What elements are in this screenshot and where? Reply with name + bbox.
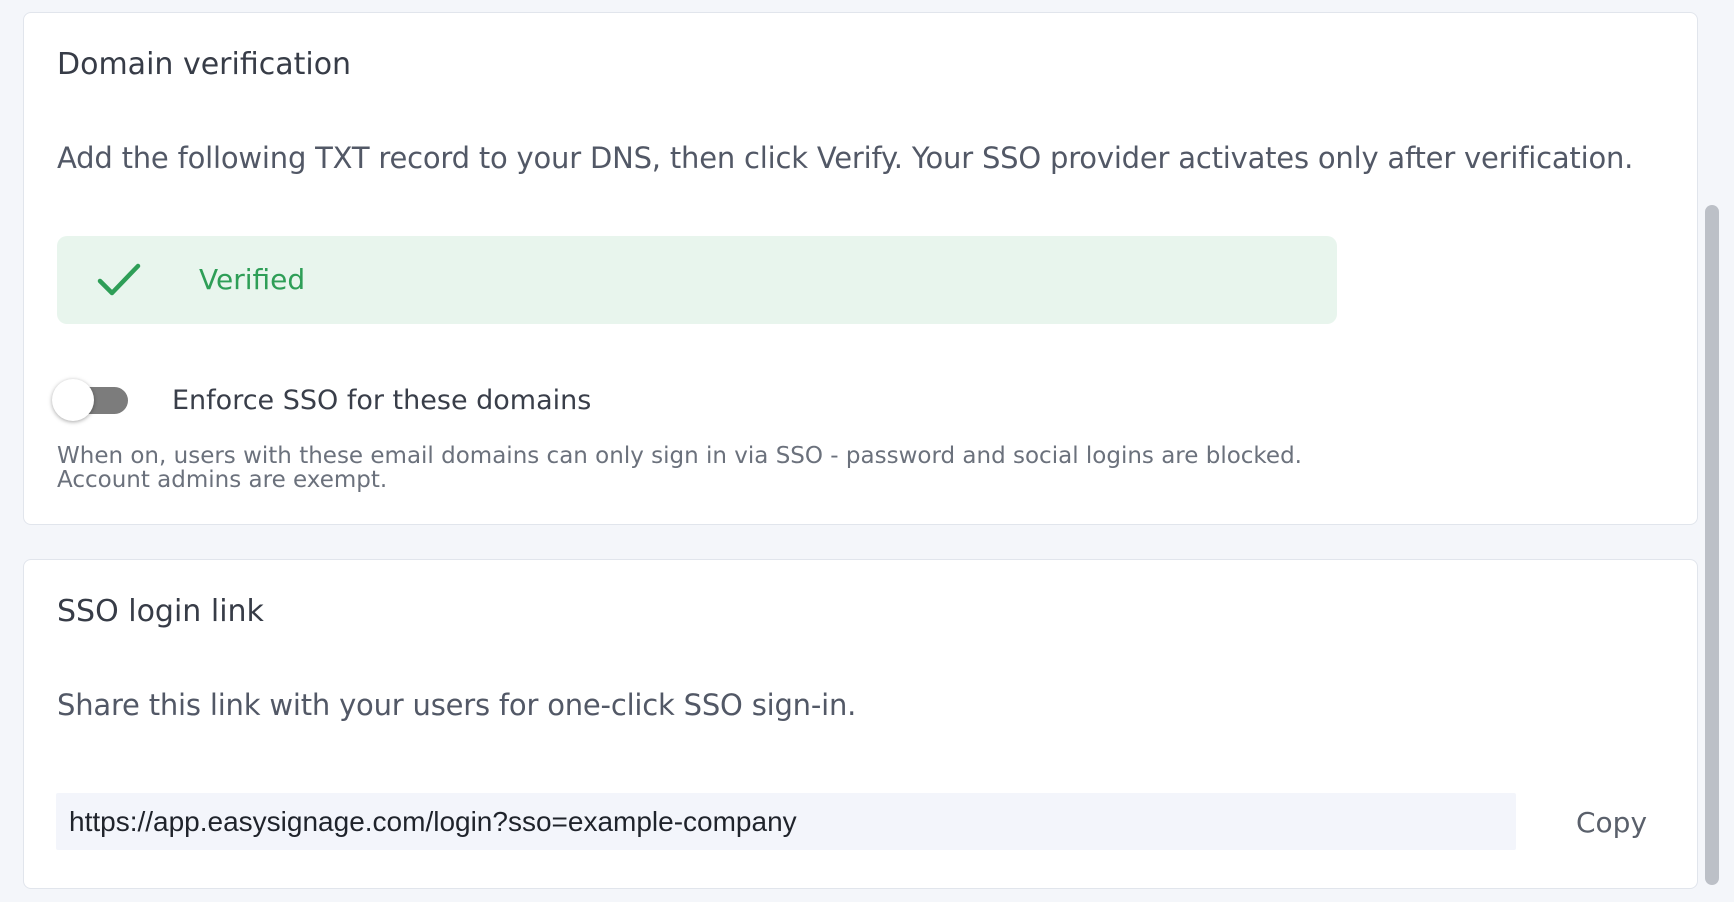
helper-line: When on, users with these email domains … bbox=[57, 443, 1302, 469]
toggle-knob bbox=[52, 379, 94, 421]
verified-status-label: Verified bbox=[199, 263, 306, 296]
checkmark-icon bbox=[97, 263, 141, 296]
copy-button[interactable]: Copy bbox=[1564, 800, 1659, 844]
domain-verification-card: Domain verification Add the following TX… bbox=[23, 12, 1698, 525]
helper-line: Account admins are exempt. bbox=[57, 467, 388, 493]
domain-verification-description: Add the following TXT record to your DNS… bbox=[57, 141, 1634, 175]
sso-login-link-description: Share this link with your users for one-… bbox=[57, 688, 857, 722]
verified-status-banner: Verified bbox=[57, 236, 1337, 324]
enforce-sso-label: Enforce SSO for these domains bbox=[172, 385, 592, 416]
domain-verification-title: Domain verification bbox=[57, 47, 352, 82]
sso-login-link-title: SSO login link bbox=[57, 594, 264, 629]
sso-login-url-field[interactable] bbox=[56, 793, 1516, 850]
enforce-sso-toggle[interactable] bbox=[52, 378, 132, 422]
sso-login-link-card: SSO login link Share this link with your… bbox=[23, 559, 1698, 889]
scrollbar-thumb[interactable] bbox=[1705, 205, 1719, 885]
enforce-sso-helper-text: When on, users with these email domains … bbox=[57, 444, 1302, 492]
